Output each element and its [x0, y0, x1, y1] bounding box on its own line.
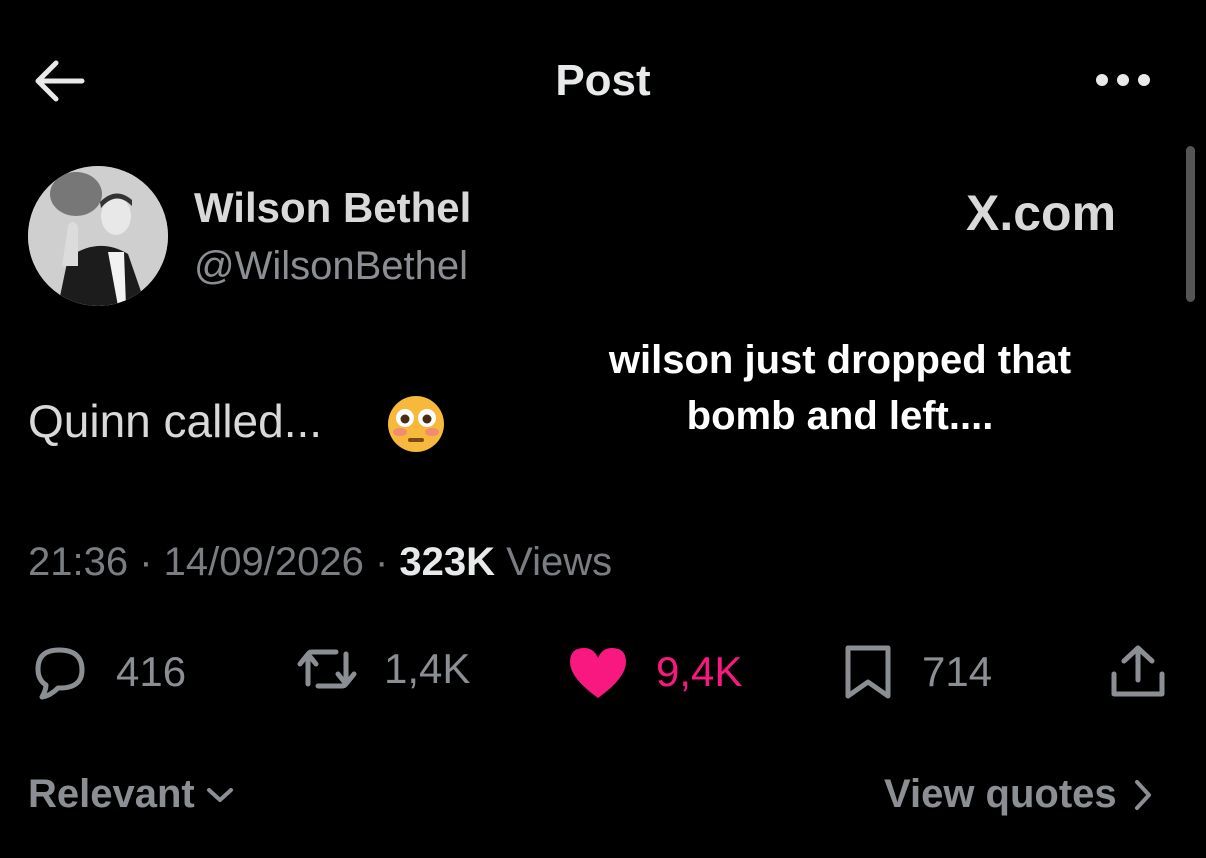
more-horizontal-icon	[1096, 74, 1150, 86]
chevron-right-icon	[1134, 779, 1151, 810]
watermark-text: X.com	[966, 185, 1117, 241]
profile-photo	[28, 166, 168, 306]
reply-button[interactable]: 416	[28, 644, 186, 700]
more-options-button[interactable]	[1094, 72, 1152, 88]
scrollbar[interactable]	[1186, 146, 1195, 302]
page-title: Post	[555, 56, 651, 105]
views-count[interactable]: 323K	[399, 540, 495, 584]
reply-count: 416	[116, 648, 187, 695]
like-button[interactable]: 9,4K	[566, 644, 742, 700]
share-icon	[1111, 645, 1165, 697]
chevron-down-icon	[206, 787, 233, 802]
post-date: 14/09/2026	[163, 540, 364, 584]
bookmark-button[interactable]: 714	[842, 644, 992, 700]
meta-separator: ·	[363, 540, 400, 584]
bookmark-count: 714	[922, 648, 993, 695]
post-meta: 21:36 · 14/09/2026 · 323K Views	[28, 540, 612, 585]
author-name[interactable]: Wilson Bethel	[194, 184, 471, 232]
repost-count: 1,4K	[384, 645, 471, 692]
post-time: 21:36	[28, 540, 129, 584]
sort-label: Relevant	[28, 772, 195, 816]
flushed-face-emoji	[386, 394, 446, 454]
repost-icon	[297, 649, 357, 689]
heart-filled-icon	[570, 648, 626, 698]
author-handle[interactable]: @WilsonBethel	[194, 244, 468, 289]
overlay-caption: wilson just dropped that bomb and left..…	[608, 338, 1072, 438]
repost-button[interactable]: 1,4K	[296, 644, 470, 694]
meta-separator: ·	[128, 540, 164, 584]
post-text: Quinn called...	[28, 395, 323, 447]
like-count: 9,4K	[656, 648, 743, 695]
view-quotes-link[interactable]: View quotes	[884, 772, 1155, 817]
reply-icon	[35, 647, 85, 700]
views-label: Views	[506, 540, 613, 584]
avatar[interactable]	[28, 166, 168, 306]
bookmark-icon	[845, 645, 891, 699]
view-quotes-label: View quotes	[884, 772, 1117, 816]
sort-dropdown[interactable]: Relevant	[28, 772, 235, 817]
share-button[interactable]	[1108, 644, 1194, 700]
